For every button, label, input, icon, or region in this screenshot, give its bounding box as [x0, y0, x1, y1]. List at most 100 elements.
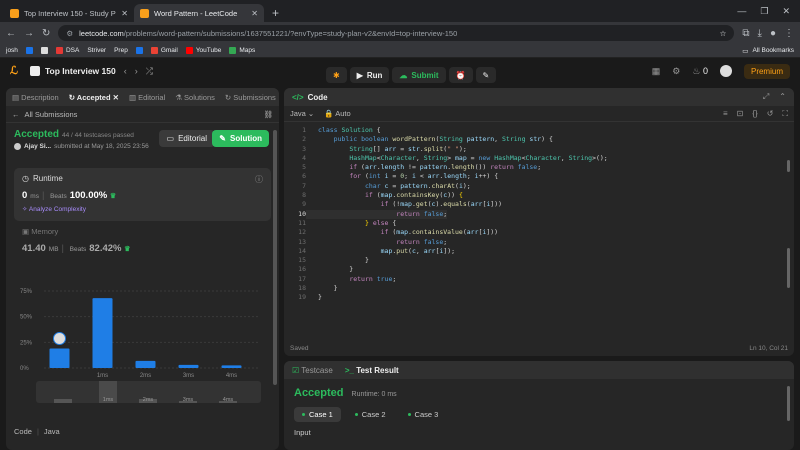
menu-dots-icon[interactable]: ⋮	[784, 28, 794, 39]
x-tick-label: 1ms	[97, 373, 108, 379]
tab-testcase[interactable]: ☑ Testcase	[292, 366, 333, 375]
tab-test-result[interactable]: >_ Test Result	[345, 366, 399, 375]
memory-value: 41.40 MB | Beats 82.42% ♛	[22, 243, 131, 254]
streak-counter[interactable]: ♨ 0	[692, 66, 708, 77]
leetcode-favicon-icon	[140, 8, 149, 18]
language-select[interactable]: Java ⌄	[290, 109, 314, 118]
bookmark-gmail[interactable]: Gmail	[150, 47, 178, 54]
download-icon[interactable]: ⤓	[758, 28, 762, 39]
range-label: 3ms	[183, 397, 194, 403]
tab-solutions[interactable]: ⚗ Solutions	[175, 93, 215, 102]
editor-scrollbar[interactable]	[787, 248, 790, 288]
layout-icon[interactable]: ▦	[652, 66, 661, 77]
browser-tab-study-plan[interactable]: Top Interview 150 - Study Plan ✕	[4, 4, 134, 22]
editorial-button[interactable]: ▭ Editorial	[158, 130, 215, 147]
bookmark-star-icon[interactable]: ☆	[720, 29, 727, 38]
info-icon[interactable]: ⓘ	[255, 174, 263, 185]
bar-4ms[interactable]	[221, 365, 242, 368]
reset-icon[interactable]: ↺	[767, 109, 774, 119]
memory-chip-icon: ▣	[22, 227, 30, 236]
problem-list-title[interactable]: Top Interview 150	[30, 66, 116, 76]
url-field[interactable]: ⚙ leetcode.com/problems/word-pattern/sub…	[58, 25, 735, 41]
bookmark-striver[interactable]: Striver	[87, 47, 106, 54]
bookmark-youtube[interactable]: YouTube	[185, 47, 221, 54]
user-avatar[interactable]	[719, 65, 732, 77]
bookmark-josh[interactable]: josh	[6, 47, 18, 54]
range-label: 2ms	[143, 397, 154, 403]
left-scrollbar[interactable]	[273, 130, 277, 385]
bookmark-blue[interactable]	[25, 47, 33, 54]
extensions-icon[interactable]: ⧉	[742, 28, 749, 39]
code-line: 5 if (arr.length != pattern.length()) re…	[302, 163, 542, 172]
profile-avatar[interactable]: ●	[770, 28, 776, 39]
fullscreen-icon[interactable]: ⛶	[782, 109, 788, 119]
run-submit-controls: ✱ ▶ Run ☁ Submit ⏰ ✎	[326, 67, 497, 83]
tab-editorial[interactable]: ▥ Editorial	[129, 93, 165, 102]
submit-button[interactable]: ☁ Submit	[392, 67, 446, 83]
tab-description[interactable]: ▤ Description	[12, 93, 59, 102]
bookmark-white[interactable]	[40, 47, 48, 54]
all-submissions-link[interactable]: ← All Submissions ⛓	[6, 106, 279, 123]
editor-header: </> Code ⤢ ⌃	[284, 88, 794, 106]
result-scrollbar[interactable]	[787, 386, 790, 421]
collapse-icon[interactable]: ⌃	[779, 92, 786, 102]
left-tabs: ▤ Description ↻ Accepted ✕ ▥ Editorial ⚗…	[6, 88, 279, 106]
bookmark-maps[interactable]: Maps	[229, 47, 255, 54]
premium-button[interactable]: Premium	[743, 63, 790, 79]
braces-icon[interactable]: {}	[752, 109, 757, 119]
tab-submissions[interactable]: ↻ Submissions	[225, 93, 276, 102]
site-info-icon[interactable]: ⚙	[66, 29, 73, 38]
shuffle-icon[interactable]: ⤮	[146, 66, 153, 77]
expand-icon[interactable]: ⤢	[763, 92, 769, 102]
beats-badge-icon: ♛	[124, 246, 131, 253]
bar-2ms[interactable]	[135, 360, 156, 368]
all-bookmarks[interactable]: ▭ All Bookmarks	[742, 47, 794, 55]
maximize-icon[interactable]: ❐	[760, 6, 768, 17]
code-line: 19}	[298, 293, 322, 302]
forward-arrow-icon[interactable]: →	[24, 28, 34, 39]
close-tab-icon[interactable]: ✕	[121, 9, 128, 18]
share-link-icon[interactable]: ⛓	[263, 110, 273, 119]
bookmark-prep[interactable]: Prep	[114, 47, 128, 54]
user-avatar	[14, 143, 21, 150]
settings-gear-icon[interactable]: ⚙	[672, 66, 680, 77]
reload-icon[interactable]: ↻	[42, 28, 50, 39]
code-area[interactable]: 1 class Solution { 2 public boolean wordP…	[284, 126, 794, 303]
beats-badge-icon: ♛	[109, 193, 117, 200]
timer-button[interactable]: ⏰	[448, 67, 473, 83]
auto-mode-toggle[interactable]: 🔒 Auto	[324, 109, 350, 118]
leetcode-logo-icon[interactable]: ℒ	[10, 65, 22, 77]
close-tab-icon[interactable]: ✕	[251, 9, 258, 18]
input-label: Input	[294, 428, 311, 437]
prev-problem-icon[interactable]: ‹	[124, 66, 127, 76]
debug-button[interactable]: ✱	[326, 67, 347, 83]
run-button[interactable]: ▶ Run	[349, 67, 390, 83]
notes-button[interactable]: ✎	[475, 67, 497, 83]
new-tab-button[interactable]: +	[264, 4, 287, 22]
submission-status: Accepted 44 / 44 testcases passed Ajay Si…	[6, 123, 279, 163]
bar-3ms[interactable]	[178, 364, 199, 368]
bookmark-dsa[interactable]: DSA	[55, 47, 79, 54]
address-bar-row: ← → ↻ ⚙ leetcode.com/problems/word-patte…	[0, 22, 800, 44]
editor-footer: Saved Ln 10, Col 21	[290, 344, 788, 352]
case-tab-3[interactable]: Case 3	[400, 407, 447, 422]
minimize-icon[interactable]: —	[737, 6, 746, 16]
close-tab-icon[interactable]: ✕	[113, 93, 119, 102]
memory-card[interactable]: ▣ Memory 41.40 MB | Beats 82.42% ♛	[14, 221, 271, 273]
bookmark-icon[interactable]: ⊡	[737, 109, 744, 119]
format-icon[interactable]: ≡	[723, 109, 728, 119]
close-window-icon[interactable]: ✕	[782, 6, 790, 17]
bookmark-blue2[interactable]	[135, 47, 143, 54]
solution-button[interactable]: ✎ Solution	[212, 130, 269, 147]
bar-0ms[interactable]	[49, 348, 70, 368]
next-problem-icon[interactable]: ›	[135, 66, 138, 76]
tab-accepted[interactable]: ↻ Accepted ✕	[69, 93, 119, 102]
code-line: 14 map.put(c, arr[i]);	[298, 246, 456, 255]
case-tab-2[interactable]: Case 2	[347, 407, 394, 422]
bar-1ms[interactable]	[92, 298, 113, 368]
analyze-complexity-link[interactable]: ✧ Analyze Complexity	[22, 205, 263, 213]
x-tick-label: 2ms	[140, 373, 151, 379]
browser-tab-word-pattern[interactable]: Word Pattern - LeetCode ✕	[134, 4, 264, 22]
back-arrow-icon[interactable]: ←	[6, 28, 16, 39]
case-tab-1[interactable]: Case 1	[294, 407, 341, 422]
